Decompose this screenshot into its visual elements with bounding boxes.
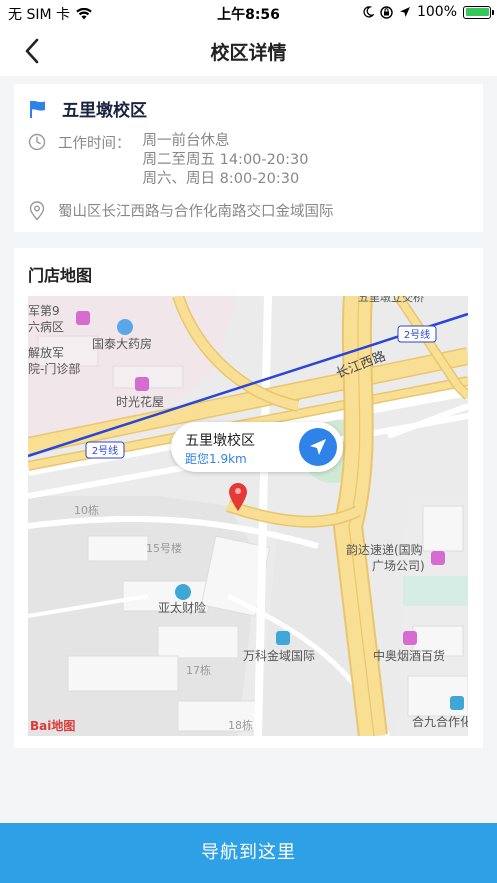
map-section-title: 门店地图 [28, 266, 93, 285]
map-label: 合九合作化 [412, 714, 468, 729]
hours-line: 周六、周日 8:00-20:30 [142, 171, 300, 187]
map-label: 中奥烟酒百货 [373, 648, 445, 663]
map-label: 17栋 [186, 663, 211, 677]
hours-line: 周一前台休息 [142, 133, 230, 149]
map-label: 六病区 [28, 319, 64, 334]
callout-distance: 距您1.9km [185, 452, 247, 466]
location-arrow-icon [399, 7, 410, 17]
map-label: 万科金域国际 [243, 648, 315, 663]
flag-icon [30, 100, 45, 118]
store-map[interactable]: 2号线 2号线 长江西路 五里墩立交桥 军第9 六病区 解放军 院-门诊部 国泰… [28, 296, 468, 736]
location-pin-icon [29, 200, 45, 221]
map-label: 解放军 [28, 345, 64, 360]
poi-building-icon [276, 631, 290, 645]
campus-info-card: 五里墩校区 工作时间： 周一前台休息 周二至周五 14:00-20:30 周六、… [14, 84, 483, 232]
map-label: 亚太财险 [158, 600, 206, 615]
map-label: 韵达速递(国购 [346, 542, 423, 557]
poi-express-icon [431, 551, 445, 565]
hours-label: 工作时间： [58, 136, 131, 152]
campus-name: 五里墩校区 [62, 101, 147, 121]
map-label: 时光花屋 [116, 394, 164, 409]
poi-shop-icon [135, 377, 149, 391]
nav-bar: 校区详情 [0, 26, 497, 76]
moon-icon [363, 6, 374, 18]
map-label: 15号楼 [146, 541, 182, 555]
poi-bank-icon [175, 584, 191, 600]
poi-pharmacy-icon [117, 319, 133, 335]
work-hours: 工作时间： 周一前台休息 周二至周五 14:00-20:30 周六、周日 8:0… [28, 132, 308, 189]
rotation-lock-icon [380, 5, 393, 19]
map-label-top: 五里墩立交桥 [358, 296, 424, 304]
navigate-here-button[interactable]: 导航到这里 [0, 823, 497, 883]
map-card: 门店地图 2号线 2号线 长江西路 五里墩立交桥 军第9 六病区 解放军 院-门… [14, 248, 483, 748]
map-label: 院-门诊部 [28, 361, 80, 376]
battery-percent: 100% [416, 4, 457, 20]
location-callout[interactable]: 五里墩校区 距您1.9km [171, 422, 343, 472]
navigation-arrow-icon [310, 439, 326, 455]
poi-store-icon [450, 696, 464, 710]
map-label-line2: 2号线 [404, 328, 430, 341]
callout-campus-name: 五里墩校区 [185, 433, 255, 449]
map-label: 18栋 [228, 718, 253, 732]
address-row: 蜀山区长江西路与合作化南路交口金域国际 [28, 200, 334, 221]
page-title: 校区详情 [210, 42, 287, 64]
navigate-button[interactable] [299, 428, 337, 466]
poi-store-icon [403, 631, 417, 645]
map-label: 军第9 [28, 304, 60, 318]
poi-hospital-icon [76, 311, 90, 325]
map-label: 国泰大药房 [92, 336, 152, 351]
map-canvas[interactable]: 2号线 2号线 长江西路 五里墩立交桥 军第9 六病区 解放军 院-门诊部 国泰… [28, 296, 468, 736]
battery-icon [463, 5, 494, 19]
map-label-line2: 2号线 [92, 444, 118, 457]
map-label: 广场公司) [372, 559, 425, 573]
status-bar: 无 SIM 卡 上午8:56 100% [0, 0, 497, 26]
baidu-map-logo: Bai地图 [30, 718, 75, 733]
clock-icon [28, 133, 46, 151]
address-text: 蜀山区长江西路与合作化南路交口金域国际 [58, 204, 334, 220]
hours-line: 周二至周五 14:00-20:30 [142, 152, 309, 168]
map-label: 10栋 [74, 503, 99, 517]
